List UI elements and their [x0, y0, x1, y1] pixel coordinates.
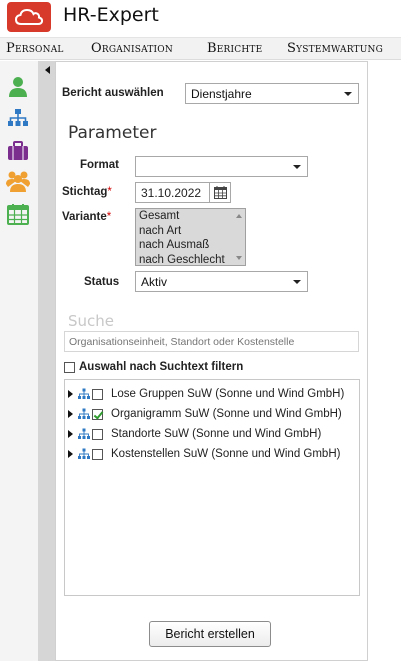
chevron-down-icon	[344, 92, 352, 96]
org-chart-icon	[78, 388, 90, 400]
menu-berichte[interactable]: Berichte	[207, 41, 262, 56]
expand-arrow-icon[interactable]	[68, 390, 73, 398]
status-select[interactable]: Aktiv	[135, 271, 308, 292]
chevron-down-icon	[293, 165, 301, 169]
org-chart-icon[interactable]	[6, 106, 30, 130]
sidebar	[0, 61, 38, 661]
variante-label: Variante*	[62, 211, 111, 223]
org-tree: Lose Gruppen SuW (Sonne und Wind GmbH) O…	[64, 379, 360, 596]
person-icon[interactable]	[6, 75, 30, 99]
create-report-button[interactable]: Bericht erstellen	[149, 621, 271, 647]
listbox-scrollbar[interactable]	[233, 209, 245, 265]
calendar-picker-icon[interactable]	[209, 182, 231, 203]
tree-checkbox[interactable]	[92, 388, 103, 400]
filter-checkbox[interactable]	[64, 361, 75, 373]
filter-checkbox-row[interactable]: Auswahl nach Suchtext filtern	[64, 360, 243, 374]
tree-checkbox[interactable]	[92, 428, 103, 440]
parameter-title: Parameter	[68, 123, 157, 143]
report-select-label: Bericht auswählen	[62, 87, 164, 99]
status-label: Status	[84, 276, 120, 288]
expand-arrow-icon[interactable]	[68, 430, 73, 438]
tree-checkbox-checked[interactable]	[92, 408, 103, 420]
variante-option[interactable]: nach Geschlecht	[136, 253, 245, 266]
scroll-down-icon[interactable]	[236, 256, 242, 260]
app-title: HR-Expert	[63, 4, 159, 26]
org-chart-icon	[78, 428, 90, 440]
tree-item-label: Kostenstellen SuW (Sonne und Wind GmbH)	[111, 448, 341, 460]
stichtag-label-text: Stichtag	[62, 186, 108, 198]
expand-arrow-icon[interactable]	[68, 410, 73, 418]
menu-systemwartung[interactable]: Systemwartung	[287, 41, 383, 56]
format-select[interactable]	[135, 156, 308, 177]
app-header: HR-Expert	[0, 0, 401, 36]
tree-item-label: Lose Gruppen SuW (Sonne und Wind GmbH)	[111, 388, 345, 400]
menu-personal[interactable]: Personal	[6, 41, 64, 56]
variante-option[interactable]: nach Art	[136, 224, 245, 239]
group-icon[interactable]	[6, 169, 30, 193]
org-chart-icon	[78, 448, 90, 460]
panel-gutter	[38, 61, 55, 661]
required-marker: *	[107, 186, 112, 198]
search-input[interactable]	[64, 331, 359, 352]
tree-item-label: Organigramm SuW (Sonne und Wind GmbH)	[111, 408, 342, 420]
status-select-value: Aktiv	[141, 275, 168, 289]
variante-option[interactable]: Gesamt	[136, 209, 245, 224]
cloud-logo-icon[interactable]	[7, 2, 51, 32]
search-title: Suche	[68, 312, 115, 330]
report-select-value: Dienstjahre	[191, 87, 252, 101]
variante-label-text: Variante	[62, 211, 107, 223]
briefcase-icon[interactable]	[6, 139, 30, 163]
scroll-up-icon[interactable]	[236, 214, 242, 218]
stichtag-value: 31.10.2022	[141, 186, 202, 200]
main-menu: Personal Organisation Berichte Systemwar…	[0, 37, 401, 60]
expand-arrow-icon[interactable]	[68, 450, 73, 458]
tree-item[interactable]: Standorte SuW (Sonne und Wind GmbH)	[68, 426, 321, 442]
variante-listbox[interactable]: Gesamt nach Art nach Ausmaß nach Geschle…	[135, 208, 246, 266]
required-marker: *	[106, 211, 112, 223]
collapse-arrow-icon[interactable]	[45, 66, 50, 74]
format-label: Format	[80, 159, 119, 171]
filter-label: Auswahl nach Suchtext filtern	[79, 361, 244, 373]
tree-item[interactable]: Lose Gruppen SuW (Sonne und Wind GmbH)	[68, 386, 344, 402]
calendar-icon[interactable]	[6, 202, 30, 226]
tree-item[interactable]: Kostenstellen SuW (Sonne und Wind GmbH)	[68, 446, 340, 462]
chevron-down-icon	[293, 280, 301, 284]
stichtag-label: Stichtag*	[62, 186, 112, 198]
right-area	[368, 61, 401, 661]
org-chart-icon	[78, 408, 90, 420]
menu-organisation[interactable]: Organisation	[91, 41, 173, 56]
tree-item[interactable]: Organigramm SuW (Sonne und Wind GmbH)	[68, 406, 342, 422]
tree-checkbox[interactable]	[92, 448, 103, 460]
tree-item-label: Standorte SuW (Sonne und Wind GmbH)	[111, 428, 322, 440]
variante-option[interactable]: nach Ausmaß	[136, 238, 245, 253]
report-select[interactable]: Dienstjahre	[185, 83, 359, 104]
